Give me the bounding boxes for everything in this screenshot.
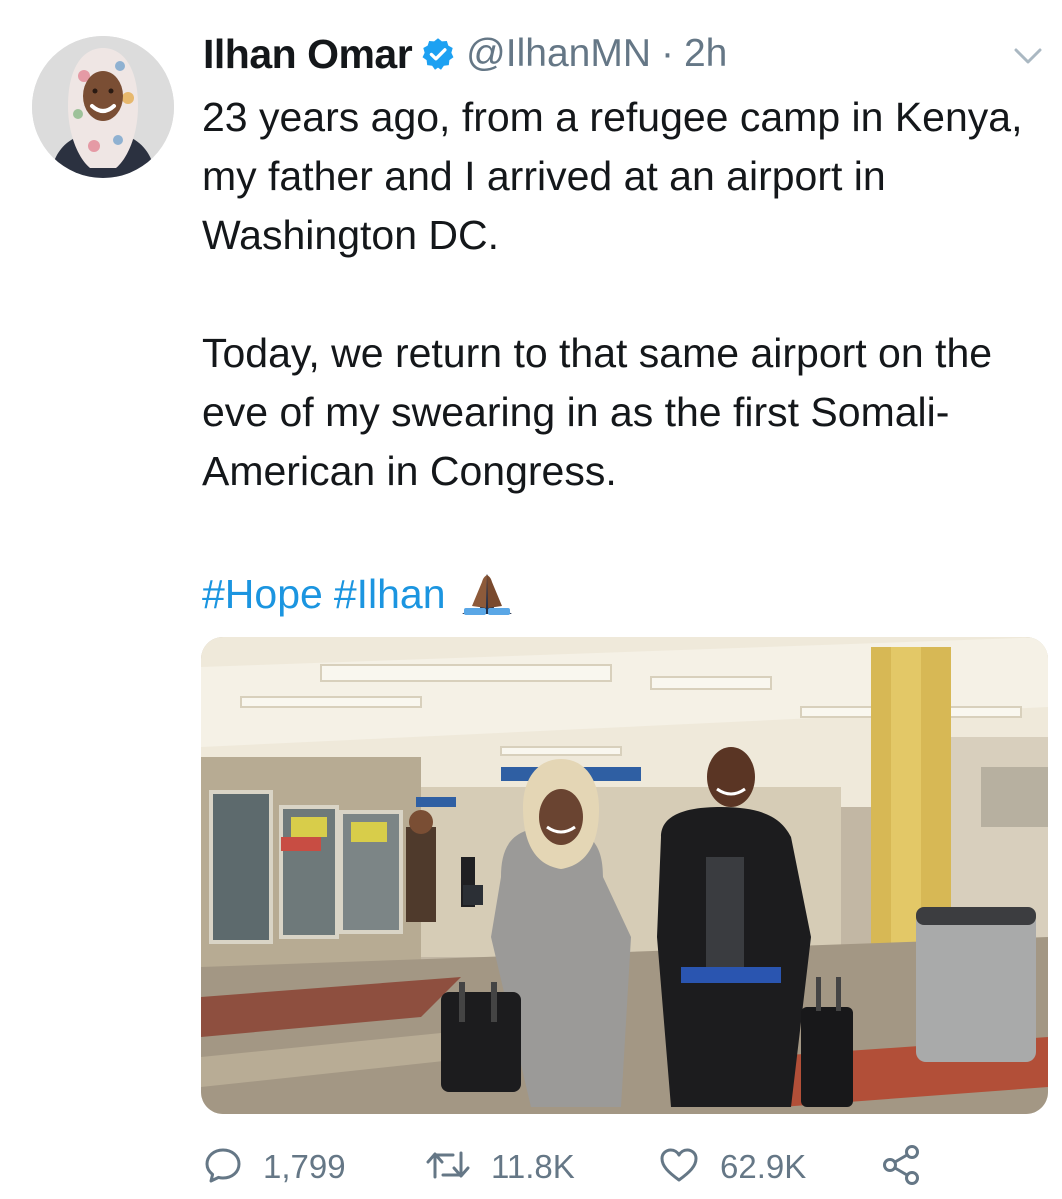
tweet-text: 23 years ago, from a refugee camp in Ken… (202, 88, 1042, 501)
reply-icon (203, 1145, 243, 1190)
tweet-card[interactable]: Ilhan Omar @IlhanMN · 2h 23 years ago, f… (0, 0, 1062, 1199)
hashtag-ilhan[interactable]: #Ilhan (334, 566, 446, 622)
like-button[interactable]: 62.9K (658, 1140, 806, 1194)
retweet-button[interactable]: 11.8K (425, 1140, 575, 1194)
handle[interactable]: @IlhanMN (466, 32, 651, 76)
avatar[interactable] (32, 36, 174, 178)
tweet-paragraph-1: 23 years ago, from a refugee camp in Ken… (202, 94, 1023, 258)
timestamp[interactable]: 2h (684, 32, 727, 76)
folded-hands-icon (458, 570, 516, 618)
tweet-header: Ilhan Omar @IlhanMN · 2h (203, 26, 727, 82)
share-button[interactable] (879, 1140, 923, 1194)
tweet-photo[interactable] (201, 637, 1048, 1114)
verified-badge-icon (420, 36, 456, 72)
tweet-actions: 1,799 11.8K 62.9K (203, 1140, 1043, 1194)
hashtag-line: #Hope #Ilhan (202, 566, 516, 622)
tweet-paragraph-2: Today, we return to that same airport on… (202, 330, 993, 494)
retweet-count: 11.8K (491, 1148, 575, 1185)
hashtag-hope[interactable]: #Hope (202, 566, 323, 622)
like-count: 62.9K (720, 1148, 807, 1185)
reply-count: 1,799 (263, 1148, 346, 1185)
reply-button[interactable]: 1,799 (203, 1140, 346, 1194)
retweet-icon (425, 1145, 471, 1190)
share-icon (879, 1143, 923, 1192)
chevron-down-icon[interactable] (1012, 44, 1044, 68)
separator-dot: · (660, 32, 674, 75)
like-icon (658, 1145, 700, 1190)
display-name[interactable]: Ilhan Omar (203, 31, 413, 78)
